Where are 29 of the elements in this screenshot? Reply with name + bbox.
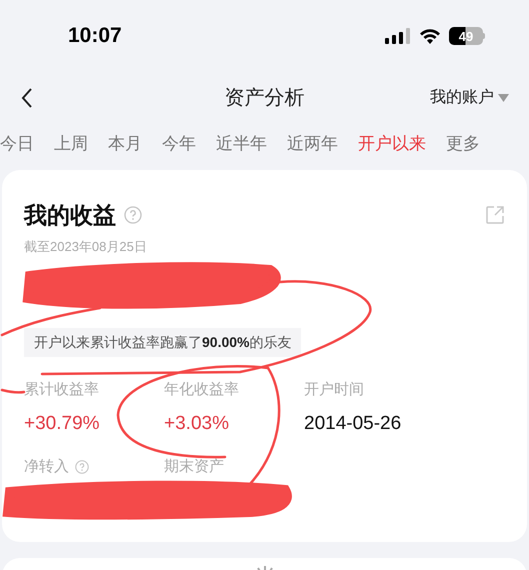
stat-value: +3.03% bbox=[164, 412, 230, 436]
stat-label: 累计收益率 bbox=[24, 380, 100, 400]
wifi-icon bbox=[419, 28, 441, 44]
account-dropdown[interactable]: 我的账户 bbox=[430, 86, 509, 110]
rank-note: 开户以来累计收益率跑赢了90.00%的乐友 bbox=[24, 328, 302, 357]
period-tab[interactable]: 今日 bbox=[0, 131, 34, 157]
page-title: 资产分析 bbox=[224, 86, 304, 111]
stat-value: 2014-05-26 bbox=[304, 412, 402, 436]
period-tab[interactable]: 今年 bbox=[162, 131, 196, 157]
period-tab[interactable]: 近半年 bbox=[216, 131, 267, 157]
back-icon[interactable] bbox=[20, 87, 34, 109]
period-tab[interactable]: 上周 bbox=[54, 131, 88, 157]
help-icon[interactable] bbox=[75, 460, 89, 474]
period-tab[interactable]: 近两年 bbox=[287, 131, 338, 157]
stat-label: 净转入 bbox=[24, 457, 69, 477]
card-title: 我的收益 bbox=[24, 201, 116, 230]
caret-icon bbox=[498, 94, 509, 102]
period-tab[interactable]: 开户以来 bbox=[358, 131, 426, 157]
stat-label: 期末资产 bbox=[164, 457, 224, 477]
help-icon[interactable] bbox=[124, 206, 142, 224]
status-time: 10:07 bbox=[68, 23, 122, 50]
signal-icon bbox=[385, 28, 411, 44]
share-icon[interactable] bbox=[485, 205, 505, 226]
as-of-date: 截至2023年08月25日 bbox=[24, 238, 148, 256]
period-tab[interactable]: 更多 bbox=[446, 131, 480, 157]
stat-label: 年化收益率 bbox=[164, 380, 240, 400]
period-tab[interactable]: 本月 bbox=[108, 131, 142, 157]
stat-label: 开户时间 bbox=[304, 380, 365, 400]
stat-value: +30.79% bbox=[24, 412, 101, 436]
